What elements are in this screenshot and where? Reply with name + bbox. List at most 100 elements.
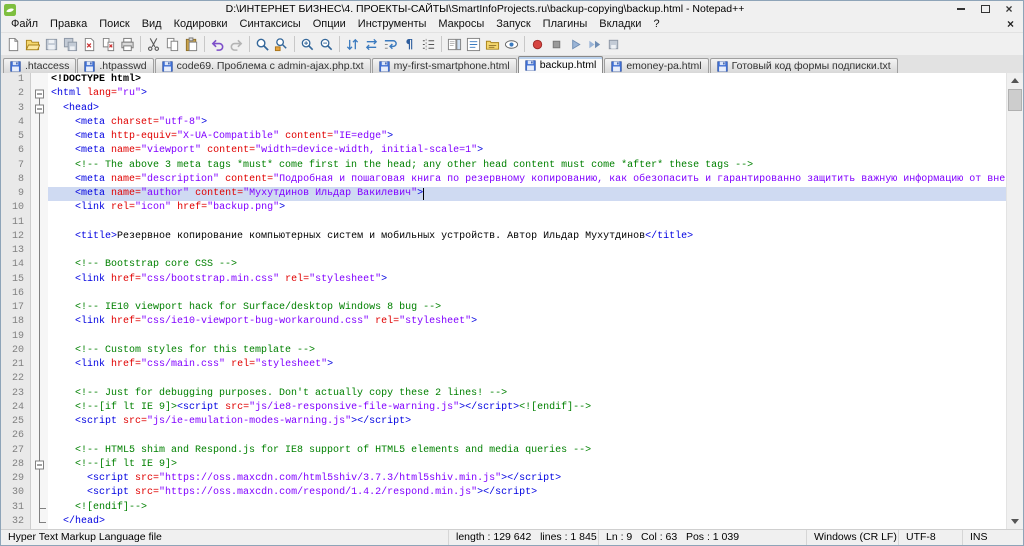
indent-guide-button[interactable] [419,34,438,54]
editor-line[interactable]: 15 <link href="css/bootstrap.min.css" re… [1,272,1006,287]
code-text[interactable] [48,429,1006,443]
code-text[interactable]: <![endif]--> [48,501,1006,515]
wrap-button[interactable] [381,34,400,54]
play-macro-button[interactable] [566,34,585,54]
menu-item-7[interactable]: Инструменты [352,16,433,33]
sync-h-button[interactable] [362,34,381,54]
menu-item-8[interactable]: Макросы [432,16,490,33]
editor-line[interactable]: 29 <script src="https://oss.maxcdn.com/h… [1,472,1006,487]
close-all-button[interactable] [99,34,118,54]
editor-line[interactable]: 2 <html lang="ru"> [1,87,1006,102]
editor-line[interactable]: 4 <meta charset="utf-8"> [1,115,1006,130]
stop-macro-button[interactable] [547,34,566,54]
editor-line[interactable]: 27 <!-- HTML5 shim and Respond.js for IE… [1,443,1006,458]
code-text[interactable]: <!-- Bootstrap core CSS --> [48,258,1006,272]
code-text[interactable]: <script src="https://oss.maxcdn.com/resp… [48,486,1006,500]
menu-item-3[interactable]: Вид [136,16,168,33]
code-text[interactable]: <script src="https://oss.maxcdn.com/html… [48,472,1006,486]
print-button[interactable] [118,34,137,54]
menu-item-6[interactable]: Опции [307,16,352,33]
editor-line[interactable]: 23 <!-- Just for debugging purposes. Don… [1,386,1006,401]
editor-line[interactable]: 7 <!-- The above 3 meta tags *must* come… [1,158,1006,173]
tab-1[interactable]: .htpasswd [77,58,154,73]
code-text[interactable] [48,216,1006,230]
code-text[interactable] [48,287,1006,301]
editor-line[interactable]: 18 <link href="css/ie10-viewport-bug-wor… [1,315,1006,330]
code-text[interactable]: <head> [48,102,1006,116]
copy-button[interactable] [163,34,182,54]
editor-line[interactable]: 12 <title>Резервное копирование компьюте… [1,229,1006,244]
redo-button[interactable] [227,34,246,54]
editor-line[interactable]: 25 <script src="js/ie-emulation-modes-wa… [1,415,1006,430]
code-text[interactable]: <link rel="icon" href="backup.png"> [48,201,1006,215]
code-text[interactable]: <!--[if lt IE 9]><script src="js/ie8-res… [48,401,1006,415]
save-button[interactable] [42,34,61,54]
code-text[interactable]: <link href="css/main.css" rel="styleshee… [48,358,1006,372]
editor-line[interactable]: 5 <meta http-equiv="X-UA-Compatible" con… [1,130,1006,145]
status-insert-mode[interactable]: INS [963,530,1023,545]
code-text[interactable]: <script src="js/ie-emulation-modes-warni… [48,415,1006,429]
scroll-thumb[interactable] [1008,89,1022,111]
menu-item-5[interactable]: Синтаксисы [234,16,307,33]
code-text[interactable]: <link href="css/ie10-viewport-bug-workar… [48,315,1006,329]
editor-line[interactable]: 19 [1,329,1006,344]
menu-item-1[interactable]: Правка [44,16,93,33]
editor-line[interactable]: 8 <meta name="description" content="Подр… [1,172,1006,187]
paste-button[interactable] [182,34,201,54]
menu-item-10[interactable]: Плагины [537,16,594,33]
status-eol-format[interactable]: Windows (CR LF) [807,530,899,545]
new-button[interactable] [4,34,23,54]
tab-4[interactable]: backup.html [517,56,604,73]
play-multi-button[interactable] [585,34,604,54]
code-text[interactable]: <meta http-equiv="X-UA-Compatible" conte… [48,130,1006,144]
scroll-up-button[interactable] [1007,73,1023,88]
sync-v-button[interactable] [343,34,362,54]
code-text[interactable]: <!-- Just for debugging purposes. Don't … [48,387,1006,401]
editor-line[interactable]: 10 <link rel="icon" href="backup.png"> [1,201,1006,216]
editor-line[interactable]: 22 [1,372,1006,387]
code-text[interactable]: <meta name="viewport" content="width=dev… [48,144,1006,158]
function-list-button[interactable] [464,34,483,54]
menu-item-12[interactable]: ? [647,16,665,33]
record-macro-button[interactable] [528,34,547,54]
editor-line[interactable]: 11 [1,215,1006,230]
zoom-in-button[interactable] [298,34,317,54]
code-text[interactable]: <!-- IE10 viewport hack for Surface/desk… [48,301,1006,315]
code-text[interactable]: <html lang="ru"> [48,87,1006,101]
zoom-out-button[interactable] [317,34,336,54]
find-button[interactable] [253,34,272,54]
code-text[interactable]: <!DOCTYPE html> [48,73,1006,87]
menu-item-0[interactable]: Файл [5,16,44,33]
editor-line[interactable]: 24 <!--[if lt IE 9]><script src="js/ie8-… [1,400,1006,415]
code-text[interactable]: <!--[if lt IE 9]> [48,458,1006,472]
editor-line[interactable]: 3 <head> [1,101,1006,116]
code-text[interactable] [48,372,1006,386]
menu-item-11[interactable]: Вкладки [593,16,647,33]
code-text[interactable]: <meta charset="utf-8"> [48,116,1006,130]
folder-workspace-button[interactable] [483,34,502,54]
code-text[interactable]: </head> [48,515,1006,529]
editor-line[interactable]: 31 <![endif]--> [1,500,1006,515]
editor-line[interactable]: 14 <!-- Bootstrap core CSS --> [1,258,1006,273]
tab-2[interactable]: code69. Проблема с admin-ajax.php.txt [154,58,371,73]
cut-button[interactable] [144,34,163,54]
save-macro-button[interactable] [604,34,623,54]
replace-button[interactable] [272,34,291,54]
editor-line[interactable]: 17 <!-- IE10 viewport hack for Surface/d… [1,301,1006,316]
code-text[interactable]: <!-- Custom styles for this template --> [48,344,1006,358]
tab-5[interactable]: emoney-pa.html [604,58,709,73]
code-text[interactable]: <!-- HTML5 shim and Respond.js for IE8 s… [48,444,1006,458]
save-all-button[interactable] [61,34,80,54]
editor-line[interactable]: 28 <!--[if lt IE 9]> [1,457,1006,472]
maximize-button[interactable] [974,2,996,15]
menu-item-4[interactable]: Кодировки [168,16,234,33]
code-editor[interactable]: 1 <!DOCTYPE html> 2 <html lang="ru"> 3 <head… [1,73,1006,529]
fold-collapse-toggle[interactable] [35,460,44,470]
tab-3[interactable]: my-first-smartphone.html [371,58,517,73]
fold-collapse-toggle[interactable] [35,89,44,99]
editor-line[interactable]: 16 [1,286,1006,301]
code-text[interactable]: <!-- The above 3 meta tags *must* come f… [48,159,1006,173]
code-text[interactable]: <meta name="description" content="Подроб… [48,173,1006,187]
minimize-button[interactable] [950,2,972,15]
editor-line[interactable]: 30 <script src="https://oss.maxcdn.com/r… [1,486,1006,501]
